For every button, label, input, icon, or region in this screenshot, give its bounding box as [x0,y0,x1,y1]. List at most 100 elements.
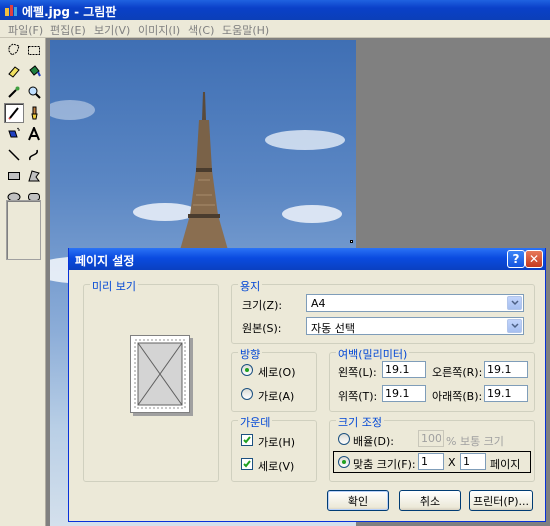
cancel-button[interactable]: 취소 [399,490,461,511]
paint-app-icon [5,5,17,16]
fit-pages-label: 페이지 [490,458,521,471]
close-button[interactable]: ✕ [525,250,543,268]
margin-left-label: 왼쪽(L): [338,366,377,379]
margin-right-field[interactable] [484,361,528,378]
window-title: 에펠.jpg - 그림판 [22,5,117,19]
center-horizontal-label[interactable]: 가로(H) [258,434,295,450]
eraser-icon [8,66,20,78]
center-vertical-checkbox[interactable] [241,458,253,470]
resize-handle-right[interactable] [350,240,353,243]
margin-bottom-input[interactable] [485,386,527,401]
help-icon: ? [512,252,520,266]
portrait-radio[interactable] [241,364,253,376]
free-form-select-tool[interactable] [4,40,24,60]
fit-tall-field[interactable] [460,453,486,470]
fill-tool[interactable] [24,61,44,81]
pencil-icon [8,107,19,120]
adjust-to-radio[interactable] [338,433,350,445]
brush-icon [31,106,38,120]
center-vertical-label[interactable]: 세로(V) [258,458,294,474]
margin-right-label: 오른쪽(R): [432,366,483,379]
margin-top-label: 위쪽(T): [338,390,378,403]
tool-box [0,38,46,526]
preview-page [130,335,190,413]
margins-group: 여백(밀리미터) 왼쪽(L): 오른쪽(R): 위쪽(T): 아래쪽(B): [329,346,535,412]
rect-select-icon [28,46,40,55]
airbrush-icon [8,127,20,138]
orientation-legend: 방향 [238,346,263,362]
margin-left-field[interactable] [382,361,426,378]
menu-view[interactable]: 보기(V) [94,22,130,38]
paper-size-value: A4 [311,297,326,310]
menu-image[interactable]: 이미지(I) [138,22,180,38]
margin-bottom-field[interactable] [484,385,528,402]
polygon-tool[interactable] [24,166,44,186]
ok-button[interactable]: 확인 [327,490,389,511]
portrait-label[interactable]: 세로(O) [258,364,295,380]
paper-source-select[interactable]: 자동 선택 [306,317,524,335]
preview-margins [134,339,186,409]
pencil-tool[interactable] [4,103,24,123]
menu-bar: 파일(F) 편집(E) 보기(V) 이미지(I) 색(C) 도움말(H) [0,20,550,38]
fit-tall-input[interactable] [461,454,485,469]
paper-group: 용지 크기(Z): A4 원본(S): 자동 선택 [231,278,535,344]
chevron-down-icon [507,296,522,310]
adjust-to-label[interactable]: 배율(D): [353,433,394,449]
printer-button[interactable]: 프린터(P)... [469,490,533,511]
centering-legend: 가운데 [238,414,273,430]
fit-times-label: X [448,456,456,469]
menu-help[interactable]: 도움말(H) [222,22,269,38]
magnifier-icon [28,86,41,99]
line-tool[interactable] [4,145,24,165]
fit-wide-input[interactable] [419,454,443,469]
dialog-title: 페이지 설정 [75,254,135,268]
airbrush-tool[interactable] [4,124,24,144]
fit-wide-field[interactable] [418,453,444,470]
adjust-to-field[interactable] [418,430,444,447]
tool-options-box[interactable] [6,200,41,260]
menu-edit[interactable]: 편집(E) [50,22,86,38]
checkmark-icon [243,460,251,468]
help-button[interactable]: ? [507,250,525,268]
brush-tool[interactable] [24,103,44,123]
menu-colors[interactable]: 색(C) [188,22,214,38]
preview-group: 미리 보기 [83,278,219,482]
paper-size-label: 크기(Z): [242,299,283,312]
curve-tool[interactable] [24,145,44,165]
eyedropper-icon [8,86,20,98]
paper-legend: 용지 [238,278,263,294]
line-icon [8,149,20,161]
adjust-to-input[interactable] [419,431,443,446]
landscape-label[interactable]: 가로(A) [258,388,294,404]
polygon-icon [28,170,40,182]
scaling-group: 크기 조정 배율(D): % 보통 크기 맞춤 크기(F): X 페이지 [329,414,535,482]
fit-to-radio[interactable] [338,456,350,468]
text-tool[interactable] [24,124,44,144]
dialog-title-bar: 페이지 설정 ? ✕ [69,248,545,270]
adjust-to-suffix: % 보통 크기 [446,435,504,448]
margin-top-input[interactable] [383,386,425,401]
paper-size-select[interactable]: A4 [306,294,524,312]
fit-to-label[interactable]: 맞춤 크기(F): [353,456,416,472]
text-a-icon [28,127,40,141]
title-bar: 에펠.jpg - 그림판 [0,0,550,20]
landscape-radio[interactable] [241,388,253,400]
rectangle-icon [8,172,20,180]
center-horizontal-checkbox[interactable] [241,434,253,446]
margin-left-input[interactable] [383,362,425,377]
color-picker-tool[interactable] [4,82,24,102]
chevron-down-icon [507,319,522,333]
margins-legend: 여백(밀리미터) [336,346,410,362]
paper-source-label: 원본(S): [242,322,282,335]
margin-bottom-label: 아래쪽(B): [432,390,483,403]
magnifier-tool[interactable] [24,82,44,102]
eraser-tool[interactable] [4,61,24,81]
centering-group: 가운데 가로(H) 세로(V) [231,414,317,482]
select-tool[interactable] [24,40,44,60]
free-form-select-icon [8,43,20,56]
rectangle-tool[interactable] [4,166,24,186]
margin-top-field[interactable] [382,385,426,402]
margin-right-input[interactable] [485,362,527,377]
menu-file[interactable]: 파일(F) [8,22,43,38]
checkmark-icon [243,436,251,444]
